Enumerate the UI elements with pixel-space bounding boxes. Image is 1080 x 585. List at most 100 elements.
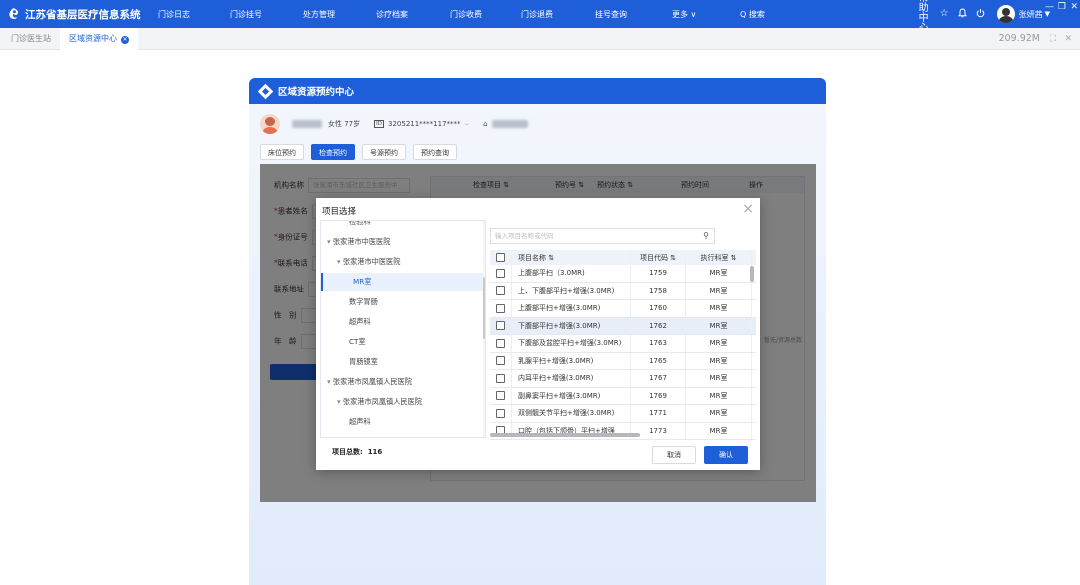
row-checkbox[interactable] [496, 268, 505, 278]
patient-address-masked [491, 120, 528, 128]
tab-regional-resource[interactable]: 区域资源中心 ✕ [60, 27, 138, 50]
col-item-code[interactable]: 项目代码 ⇅ [631, 250, 686, 265]
close-tab-icon[interactable]: ✕ [121, 35, 129, 44]
tree-node[interactable]: ▾ 张家港市中医医院 [337, 253, 400, 271]
row-checkbox[interactable] [496, 391, 505, 401]
item-select-dialog: 项目选择 × 检验科 ▾ 张家港市中医医院 ▾ 张家港市中医医院 MR室 数字胃肠 超声科… [316, 198, 760, 470]
nav-item-3[interactable]: 诊疗档案 [376, 9, 408, 20]
nav-item-4[interactable]: 门诊收费 [450, 9, 482, 20]
col-item-name[interactable]: 项目名称 ⇅ [512, 250, 631, 265]
tree-node-label: 胃肠镜室 [349, 357, 378, 366]
table-horizontal-scrollbar[interactable] [490, 433, 640, 437]
tab-slot-booking[interactable]: 号源预约 [362, 144, 406, 160]
fullscreen-icon[interactable]: ⛶ [1050, 28, 1056, 50]
eye-hide-icon[interactable]: ⌣ [465, 120, 470, 129]
close-window-icon[interactable]: ✕ [1070, 2, 1078, 12]
item-total: 项目总数: 116 [332, 447, 382, 457]
item-code: 1771 [631, 405, 686, 422]
star-icon[interactable]: ☆ [940, 9, 949, 19]
row-checkbox[interactable] [496, 338, 505, 348]
item-dept: MR室 [686, 265, 752, 282]
tab-booking-query[interactable]: 预约查询 [413, 144, 457, 160]
restore-icon[interactable]: ❐ [1058, 2, 1066, 12]
row-checkbox[interactable] [496, 373, 505, 383]
item-dept: MR室 [686, 405, 752, 422]
close-all-tabs-icon[interactable]: ✕ [1064, 28, 1072, 50]
table-row[interactable]: 口腔（包括下颌骨）平扫+增强 1773 MR室 [490, 422, 756, 440]
user-name[interactable]: 张妍茜 [1019, 9, 1043, 20]
tree-node-label: 超声科 [349, 317, 371, 326]
tree-node-label: 张家港市凤凰镇人民医院 [332, 377, 412, 386]
item-dept: MR室 [686, 370, 752, 387]
item-search-input[interactable]: 输入项目名称或代码 ⚲ [490, 228, 715, 244]
tree-node[interactable]: 数字胃肠 [349, 293, 378, 311]
patient-avatar [260, 114, 280, 134]
item-name: 副鼻窦平扫+增强(3.0MR) [512, 387, 631, 404]
nav-item-7[interactable]: 更多 ∨ [672, 9, 696, 20]
top-navbar: 江苏省基层医疗信息系统 门诊日志 门诊挂号 处方管理 诊疗档案 门诊收费 门诊退费 挂号查询… [0, 0, 1080, 34]
table-row[interactable]: 副鼻窦平扫+增强(3.0MR) 1769 MR室 [490, 387, 756, 405]
nav-item-5[interactable]: 门诊退费 [521, 9, 553, 20]
row-checkbox[interactable] [496, 303, 505, 313]
row-checkbox[interactable] [496, 408, 505, 418]
table-row[interactable]: 上腹部平扫+增强(3.0MR) 1760 MR室 [490, 300, 756, 318]
item-name: 内耳平扫+增强(3.0MR) [512, 370, 631, 387]
item-name: 上、下腹部平扫+增强(3.0MR) [512, 282, 631, 299]
row-checkbox[interactable] [496, 356, 505, 366]
item-dept: MR室 [686, 282, 752, 299]
cancel-button[interactable]: 取消 [652, 446, 696, 464]
bell-icon[interactable] [957, 7, 967, 21]
nav-item-8[interactable]: Q 搜索 [740, 9, 765, 20]
item-table: 项目名称 ⇅ 项目代码 ⇅ 执行科室 ⇅ 上腹部平扫（3.0MR) 1759 MR室… [490, 250, 756, 440]
tree-node[interactable]: ▾ 张家港市中医医院 [327, 233, 390, 251]
tree-node[interactable]: ▾ 张家港市凤凰镇人民医院 [327, 373, 412, 391]
confirm-button[interactable]: 确认 [704, 446, 748, 464]
total-label: 项目总数: [332, 448, 363, 456]
tree-node[interactable]: 胃肠镜室 [349, 353, 378, 371]
tab-outpatient-doctor[interactable]: 门诊医生站 [2, 28, 60, 50]
department-tree: 检验科 ▾ 张家港市中医医院 ▾ 张家港市中医医院 MR室数字胃肠超声科 CT室胃肠镜室… [320, 220, 486, 438]
booking-type-tabs: 床位预约 检查预约 号源预约 预约查询 [260, 144, 464, 160]
search-icon[interactable]: ⚲ [703, 229, 709, 243]
tree-scrollbar[interactable] [483, 221, 485, 437]
table-row[interactable]: 内耳平扫+增强(3.0MR) 1767 MR室 [490, 370, 756, 388]
user-avatar[interactable] [996, 5, 1015, 23]
row-checkbox[interactable] [496, 286, 505, 296]
nav-item-0[interactable]: 门诊日志 [158, 9, 190, 20]
nav-item-1[interactable]: 门诊挂号 [230, 9, 262, 20]
table-row[interactable]: 乳腺平扫+增强(3.0MR) 1765 MR室 [490, 352, 756, 370]
nav-item-2[interactable]: 处方管理 [303, 9, 335, 20]
col-exec-dept[interactable]: 执行科室 ⇅ [686, 250, 752, 265]
patient-gender-age: 女性 77岁 [328, 120, 361, 128]
tree-node[interactable]: 检验科 [349, 220, 371, 231]
item-dept: MR室 [686, 352, 752, 369]
table-row[interactable]: 上、下腹部平扫+增强(3.0MR) 1758 MR室 [490, 282, 756, 300]
table-row[interactable]: 下腹部及盆腔平扫+增强(3.0MR) 1763 MR室 [490, 335, 756, 353]
table-vertical-scrollbar[interactable] [750, 266, 754, 282]
item-dept: MR室 [686, 387, 752, 404]
minimize-icon[interactable]: — [1045, 2, 1054, 12]
patient-name-masked [292, 120, 322, 128]
nav-item-6[interactable]: 挂号查询 [595, 9, 627, 20]
tree-node[interactable]: ▾ 张家港市凤凰镇人民医院 [337, 393, 422, 411]
tab-bar: 门诊医生站 区域资源中心 ✕ 209.92M ⛶ ✕ [0, 27, 1080, 50]
item-code: 1765 [631, 352, 686, 369]
table-row[interactable]: 下腹部平扫+增强(3.0MR) 1762 MR室 [490, 317, 756, 335]
table-row[interactable]: 上腹部平扫（3.0MR) 1759 MR室 [490, 265, 756, 283]
tree-node-label: 检验科 [349, 220, 371, 226]
select-all-checkbox[interactable] [496, 253, 505, 262]
app-logo[interactable]: 江苏省基层医疗信息系统 [0, 7, 150, 22]
power-icon[interactable] [976, 8, 985, 21]
close-icon[interactable]: × [742, 201, 754, 217]
tab-exam-booking[interactable]: 检查预约 [311, 144, 355, 160]
tree-node[interactable]: MR室 [321, 273, 483, 291]
tree-node[interactable]: 超声科 [349, 413, 371, 431]
panel-title: 区域资源预约中心 [278, 87, 355, 98]
memory-usage: 209.92M [998, 33, 1040, 44]
tree-node[interactable]: 超声科 [349, 313, 371, 331]
tree-node[interactable]: CT室 [349, 333, 366, 351]
tree-node-label: CT室 [349, 337, 366, 346]
tab-bed-booking[interactable]: 床位预约 [260, 144, 304, 160]
row-checkbox[interactable] [496, 321, 505, 331]
table-row[interactable]: 双侧髋关节平扫+增强(3.0MR) 1771 MR室 [490, 405, 756, 423]
